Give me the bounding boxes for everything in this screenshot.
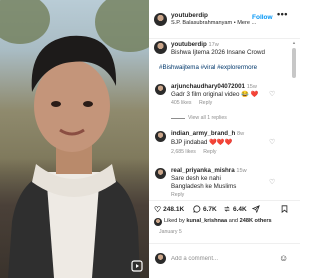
- comment-username[interactable]: indian_army_brand_h: [171, 130, 235, 137]
- add-comment-input[interactable]: [171, 253, 271, 265]
- comment-meta: 405 likes Reply: [171, 100, 218, 106]
- author-username[interactable]: youtuberdip: [171, 12, 208, 19]
- like-action[interactable]: ♡ 248.1K: [154, 205, 184, 214]
- emoji-icon[interactable]: ☺: [279, 253, 288, 263]
- scroll-up-arrow-icon[interactable]: ▲: [292, 40, 296, 45]
- comment-text: Gadr 3 film original video 😂 ❤️: [171, 91, 259, 98]
- post-date: January 5: [159, 229, 182, 235]
- liked-by-others[interactable]: 248K others: [240, 218, 272, 224]
- post-header: youtuberdip S.P. Balasubrahmanyam • Mere…: [149, 0, 300, 39]
- audio-subtitle[interactable]: S.P. Balasubrahmanyam • Mere ...: [171, 20, 256, 26]
- more-options-icon[interactable]: •••: [277, 9, 288, 19]
- comment-avatar[interactable]: [155, 84, 166, 95]
- comment-bubble-icon[interactable]: [193, 205, 201, 213]
- view-replies-link[interactable]: View all 1 replies: [171, 115, 227, 121]
- reel-icon[interactable]: [131, 260, 143, 272]
- comment-likes[interactable]: 405 likes: [171, 100, 191, 106]
- liked-by-prefix: Liked by: [164, 218, 185, 224]
- follow-button[interactable]: Follow: [252, 14, 273, 21]
- reply-button[interactable]: Reply: [171, 192, 184, 198]
- comment-like-heart-icon[interactable]: ♡: [269, 90, 275, 98]
- person-figure: [8, 35, 140, 278]
- likes-count: 248.1K: [163, 206, 185, 213]
- caption-row: youtuberdip 17w: [171, 41, 219, 48]
- caption-time: 17w: [208, 42, 219, 48]
- comment-meta: Reply: [171, 192, 190, 198]
- comment-like-heart-icon[interactable]: ♡: [269, 138, 275, 146]
- reel-video[interactable]: [0, 0, 149, 278]
- heart-icon[interactable]: ♡: [154, 205, 161, 214]
- comment-time: 8w: [237, 131, 245, 137]
- share-action[interactable]: 6.4K: [223, 205, 247, 213]
- reply-button[interactable]: Reply: [203, 149, 216, 155]
- comment-likes[interactable]: 2,685 likes: [171, 149, 196, 155]
- liked-by-avatar[interactable]: [154, 218, 162, 226]
- comments-count: 6.7K: [203, 205, 217, 213]
- comment-text-line1: Sare desh ke nahi: [171, 175, 221, 182]
- bookmark-icon[interactable]: [281, 205, 288, 213]
- save-action[interactable]: [281, 205, 288, 213]
- post-details-panel: youtuberdip S.P. Balasubrahmanyam • Mere…: [149, 0, 300, 278]
- scrollbar-thumb[interactable]: [292, 48, 296, 78]
- reply-button[interactable]: Reply: [199, 100, 212, 106]
- liked-by-and: and: [228, 218, 239, 224]
- comment-text-line2: Bangladesh ke Muslims: [171, 183, 237, 190]
- comment-username[interactable]: arjunchaudhary04072001: [171, 83, 245, 90]
- caption-avatar[interactable]: [154, 41, 167, 54]
- liked-by-text: Liked by kunal_krishnaa and 248K others: [164, 218, 272, 224]
- comment-text: BJP jindabad ❤️❤️❤️: [171, 139, 233, 146]
- post-actions-bar: ♡ 248.1K 6.7K 6.4K: [149, 200, 300, 214]
- comment-header: arjunchaudhary04072001 15w: [171, 83, 257, 90]
- comment-like-heart-icon[interactable]: ♡: [269, 178, 275, 186]
- share-arrows-icon[interactable]: [223, 205, 231, 213]
- comment-action[interactable]: 6.7K: [193, 205, 217, 213]
- comment-avatar[interactable]: [155, 131, 166, 142]
- replies-divider-line: [171, 117, 185, 119]
- send-action[interactable]: [252, 205, 260, 213]
- liked-by-user[interactable]: kunal_krishnaa: [186, 218, 227, 224]
- caption-username[interactable]: youtuberdip: [171, 41, 207, 48]
- comment-meta: 2,685 likes Reply: [171, 149, 223, 155]
- caption-text: Bishwa Ijtema 2026 Insane Crowd: [171, 49, 265, 56]
- comment-time: 15w: [236, 168, 247, 174]
- comments-scrollbar[interactable]: ▲: [292, 40, 296, 208]
- comment-header: real_priyanka_mishra 15w: [171, 167, 247, 174]
- comment-composer: ☺: [149, 243, 300, 279]
- shares-count: 6.4K: [233, 205, 247, 213]
- current-user-avatar: [155, 253, 166, 264]
- author-avatar[interactable]: [154, 13, 167, 26]
- paper-plane-icon[interactable]: [252, 205, 260, 213]
- caption-hashtags[interactable]: #Bishwaijtema #viral #explorermore: [159, 64, 257, 71]
- view-replies-label[interactable]: View all 1 replies: [188, 115, 227, 121]
- comment-header: indian_army_brand_h 8w: [171, 130, 244, 137]
- comment-username[interactable]: real_priyanka_mishra: [171, 167, 235, 174]
- comment-avatar[interactable]: [155, 168, 166, 179]
